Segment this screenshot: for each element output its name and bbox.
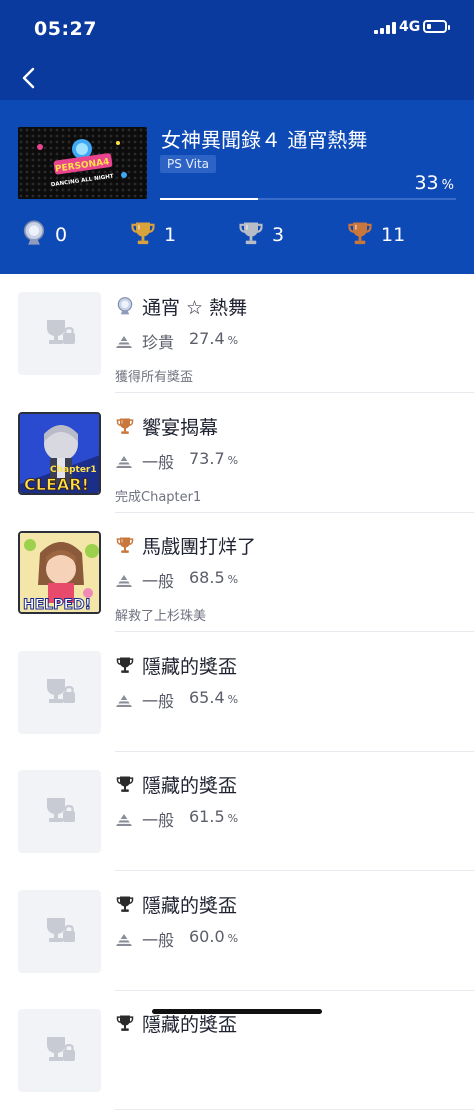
silver-count: 3: [237, 218, 284, 252]
rarity-percentage: 68.5%: [189, 568, 238, 587]
game-header: PERSONA4 DANCING ALL NIGHT 女神異聞錄４ 通宵熱舞 P…: [0, 100, 474, 274]
rarity-label: 一般: [142, 572, 175, 591]
trophy-item[interactable]: Chapter1 CLEAR! 饗宴揭幕一般 73.7% 完成Chapter1: [0, 394, 474, 513]
home-indicator: [152, 1009, 322, 1014]
silver-trophy-icon: [237, 219, 265, 251]
nav-bar: [0, 56, 474, 100]
rarity-unit: %: [227, 334, 239, 347]
trophy-name: 饗宴揭幕: [142, 416, 219, 439]
trophy-name: 隱藏的獎盃: [142, 894, 238, 917]
rarity-value: 27.4: [189, 329, 225, 348]
rarity-label: 珍貴: [142, 333, 175, 352]
gold-count: 1: [129, 218, 176, 252]
trophy-placeholder-icon: [18, 770, 101, 853]
rarity-value: 68.5: [189, 568, 225, 587]
rarity-unit: %: [227, 692, 239, 706]
rarity-label: 一般: [142, 691, 175, 711]
platinum-trophy-icon: [20, 219, 48, 251]
hidden-trophy-icon: [115, 774, 135, 794]
trophy-name: 隱藏的獎盃: [142, 775, 238, 797]
rarity-percentage: 27.4%: [189, 329, 238, 348]
bronze-trophy-icon: [115, 416, 135, 436]
rarity-unit: %: [227, 573, 239, 586]
trophy-placeholder-icon: [18, 650, 101, 734]
rarity-pyramid-icon: [116, 453, 132, 472]
bronze-count-value: 11: [381, 224, 406, 246]
platform-badge: PS Vita: [160, 155, 217, 173]
bronze-trophy-icon: [115, 535, 135, 555]
trophy-description: 完成Chapter1: [115, 489, 202, 505]
thumb-clear-text: CLEAR!: [24, 475, 89, 494]
game-cover-art: PERSONA4 DANCING ALL NIGHT: [18, 127, 147, 199]
game-title: 女神異聞錄４ 通宵熱舞: [161, 128, 368, 152]
progress-value: 33: [414, 172, 439, 194]
trophy-art-image: Chapter1 CLEAR!: [18, 411, 101, 495]
rarity-value: 60.0: [189, 926, 225, 946]
rarity-pyramid-icon: [116, 811, 132, 830]
platinum-trophy-icon: [115, 296, 135, 316]
trophy-description: 獲得所有獎盃: [115, 370, 194, 385]
gold-trophy-icon: [129, 219, 157, 251]
bronze-trophy-icon: [346, 219, 374, 251]
rarity-label: 一般: [142, 811, 175, 830]
gold-count-value: 1: [164, 224, 177, 246]
thumb-helped-text: HELPED!: [23, 597, 91, 613]
rarity-value: 65.4: [189, 687, 225, 707]
rarity-percentage: 73.7%: [189, 449, 238, 468]
hidden-trophy-icon: [115, 1013, 135, 1033]
progress-bar-fill: [160, 198, 258, 200]
progress-unit: %: [441, 178, 454, 193]
trophy-description: 解救了上杉珠美: [115, 609, 207, 624]
trophy-item[interactable]: HELPED! 馬戲團打烊了 一般 68.5% 解救了上杉珠美: [0, 513, 474, 632]
rarity-pyramid-icon: [116, 333, 132, 352]
trophy-item[interactable]: 隱藏的獎盃一般 65.4%: [0, 633, 474, 752]
battery-icon: [423, 20, 450, 33]
back-button[interactable]: [18, 63, 46, 93]
trophy-name: 馬戲團打烊了: [142, 536, 257, 558]
rarity-percentage: 60.0%: [189, 927, 238, 946]
bronze-count: 11: [346, 218, 405, 252]
rarity-unit: %: [227, 931, 239, 945]
trophy-counts: 0 1 3 11: [0, 218, 474, 252]
rarity-percentage: 61.5%: [189, 807, 238, 826]
trophy-placeholder-icon: [18, 1009, 101, 1092]
rarity-pyramid-icon: [116, 572, 132, 591]
trophy-name: 通宵 ☆ 熱舞: [142, 297, 248, 319]
rarity-pyramid-icon: [116, 931, 132, 950]
platinum-count: 0: [20, 218, 67, 252]
rarity-pyramid-icon: [116, 692, 132, 711]
rarity-value: 73.7: [189, 448, 225, 468]
rarity-unit: %: [227, 812, 239, 825]
network-type: 4G: [399, 19, 421, 35]
trophy-item[interactable]: 通宵 ☆ 熱舞 珍貴 27.4% 獲得所有獎盃: [0, 274, 474, 393]
silver-count-value: 3: [272, 224, 285, 246]
trophy-placeholder-icon: [18, 889, 101, 973]
rarity-percentage: 65.4%: [189, 688, 238, 707]
trophy-placeholder-icon: [18, 292, 101, 375]
progress-bar: [160, 198, 456, 200]
rarity-unit: %: [227, 453, 239, 467]
platinum-count-value: 0: [55, 224, 68, 246]
rarity-label: 一般: [142, 930, 175, 950]
rarity-label: 一般: [142, 452, 175, 472]
signal-strength-icon: [374, 22, 396, 34]
chevron-left-icon: [22, 67, 35, 89]
trophy-name: 隱藏的獎盃: [142, 655, 238, 678]
hidden-trophy-icon: [115, 655, 135, 675]
trophy-art-image: HELPED!: [18, 531, 101, 614]
progress-percentage: 33%: [414, 172, 454, 194]
rarity-value: 61.5: [189, 807, 225, 826]
status-bar: 05:27 4G: [0, 0, 474, 56]
trophy-item[interactable]: 隱藏的獎盃一般 60.0%: [0, 872, 474, 991]
hidden-trophy-icon: [115, 894, 135, 914]
trophy-item[interactable]: 隱藏的獎盃一般 61.5%: [0, 752, 474, 871]
status-time: 05:27: [34, 18, 97, 40]
thumb-chapter-text: Chapter1: [50, 465, 97, 475]
